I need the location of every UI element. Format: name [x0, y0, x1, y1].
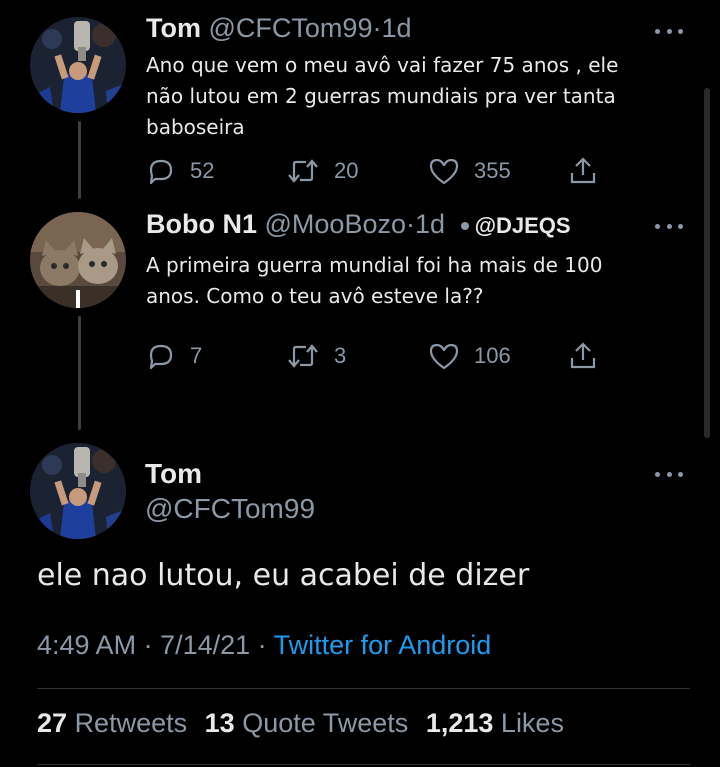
author-name[interactable]: Tom [146, 13, 201, 43]
reply-count: 7 [190, 343, 203, 368]
reply-icon [149, 344, 173, 370]
avatar[interactable] [30, 212, 126, 308]
reply-count: 52 [190, 158, 215, 183]
tweet-text-line: não lutou em 2 guerras mundiais pra ver … [146, 84, 616, 108]
like-count: 355 [474, 158, 511, 183]
tweet-text: A primeira guerra mundial foi ha mais de… [146, 250, 666, 312]
tweet-time[interactable]: 1d [381, 13, 411, 43]
share-icon [570, 342, 596, 369]
share-button[interactable] [568, 154, 598, 188]
reply-button[interactable]: 52 [146, 154, 214, 188]
thread-line [78, 121, 81, 199]
share-icon [570, 157, 596, 184]
replying-to: @DJEQS [453, 209, 571, 239]
like-button[interactable]: 355 [428, 154, 511, 188]
quotes-count: 13 [204, 708, 235, 738]
retweets-stat[interactable]: 27 Retweets [37, 708, 187, 738]
retweet-count: 20 [334, 158, 359, 183]
retweet-button[interactable]: 20 [286, 154, 358, 188]
tweet-header: Bobo N1 @MooBozo·1d @DJEQS [146, 208, 571, 242]
author-name[interactable]: Bobo N1 [146, 209, 257, 239]
quotes-label: Quote Tweets [242, 708, 409, 738]
likes-count: 1,213 [425, 708, 494, 738]
likes-stat[interactable]: 1,213 Likes [426, 708, 564, 738]
tweet-text-line: anos. Como o teu avô esteve la?? [146, 284, 484, 308]
tweet-timestamp[interactable]: 4:49 AM · 7/14/21 · [37, 630, 274, 660]
tweet-time[interactable]: 1d [415, 209, 445, 239]
tweet-text: Ano que vem o meu avô vai fazer 75 anos … [146, 50, 666, 143]
share-button[interactable] [568, 339, 598, 373]
tweet-text-line: Ano que vem o meu avô vai fazer 75 anos … [146, 53, 619, 77]
avatar[interactable] [30, 443, 126, 539]
retweet-button[interactable]: 3 [286, 339, 346, 373]
tweet-text-line: baboseira [146, 115, 245, 139]
likes-label: Likes [500, 708, 564, 738]
divider [37, 764, 690, 765]
author-handle[interactable]: @MooBozo [265, 209, 406, 239]
tweet-text: ele nao lutou, eu acabei de dizer [37, 558, 530, 593]
more-options-icon[interactable] [655, 222, 683, 230]
retweet-icon [288, 159, 318, 183]
separator: · [406, 209, 415, 239]
reply-icon [149, 159, 173, 185]
heart-icon [429, 158, 459, 185]
quotes-stat[interactable]: 13 Quote Tweets [205, 708, 409, 738]
retweets-count: 27 [37, 708, 68, 738]
author-handle[interactable]: @CFCTom99 [145, 493, 315, 525]
tweet-source-link[interactable]: Twitter for Android [274, 630, 492, 660]
more-options-icon[interactable] [655, 470, 683, 478]
author-name[interactable]: Tom [145, 458, 202, 490]
mention-link[interactable]: @DJEQS [475, 213, 571, 238]
tweet-actions: 52 20 355 [146, 154, 606, 188]
tweet-meta: 4:49 AM · 7/14/21 · Twitter for Android [37, 630, 491, 661]
bullet-icon [460, 221, 469, 230]
retweet-count: 3 [334, 343, 347, 368]
more-options-icon[interactable] [655, 27, 683, 35]
thread-line [78, 316, 81, 430]
reply-button[interactable]: 7 [146, 339, 202, 373]
heart-icon [429, 343, 459, 370]
like-count: 106 [474, 343, 511, 368]
tweet-text-line: A primeira guerra mundial foi ha mais de… [146, 253, 603, 277]
tweet-actions: 7 3 106 [146, 339, 606, 373]
like-button[interactable]: 106 [428, 339, 511, 373]
divider [37, 688, 690, 689]
scrollbar[interactable] [704, 88, 710, 438]
retweet-icon [288, 344, 318, 368]
tweet-header: Tom @CFCTom99·1d [146, 12, 412, 44]
author-handle[interactable]: @CFCTom99 [209, 13, 373, 43]
tweet-stats: 27 Retweets 13 Quote Tweets 1,213 Likes [37, 708, 564, 739]
avatar[interactable] [30, 17, 126, 113]
retweets-label: Retweets [74, 708, 188, 738]
